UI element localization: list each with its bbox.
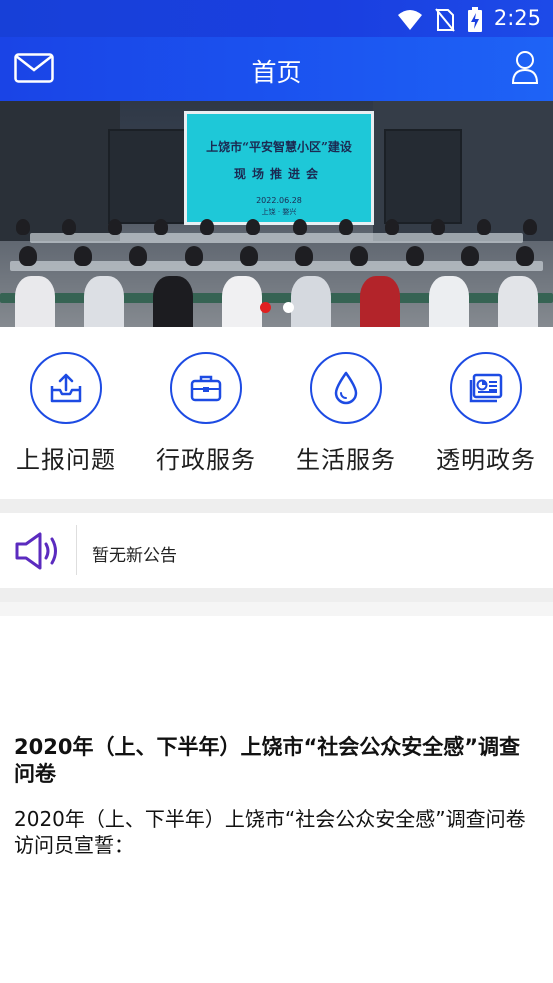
notice-divider [76, 525, 77, 575]
status-time: 2:25 [493, 6, 541, 30]
service-icon-circle [450, 352, 522, 424]
briefcase-icon [190, 375, 222, 402]
service-label: 透明政务 [436, 446, 536, 474]
banner-audience-row [0, 219, 553, 235]
service-icon-circle [310, 352, 382, 424]
banner-screen-place: 上饶 · 婺兴 [261, 208, 297, 216]
article-body-line: 访问员宣誓： [14, 833, 134, 857]
upload-tray-icon [50, 373, 82, 403]
banner-screen-date: 2022.06.28 [256, 196, 302, 205]
notice-bar[interactable]: 暂无新公告 [0, 513, 553, 588]
status-icons [397, 7, 483, 33]
service-icon-circle [30, 352, 102, 424]
carousel-dot-active[interactable] [259, 302, 271, 313]
service-transparent-affairs[interactable]: 透明政务 [416, 352, 553, 475]
service-label: 生活服务 [296, 446, 396, 474]
service-report-issue[interactable]: 上报问题 [0, 352, 136, 475]
wifi-icon [398, 10, 422, 30]
speaker-icon [15, 532, 57, 570]
section-divider [0, 499, 553, 513]
banner-screen-subtitle: 现场推进会 [233, 167, 324, 181]
carousel-indicators [0, 302, 553, 313]
service-label: 行政服务 [156, 446, 256, 474]
status-bar: 2:25 [0, 0, 553, 37]
document-chart-icon [469, 373, 503, 403]
banner-carousel[interactable]: 上饶市“平安智慧小区”建设 现场推进会 2022.06.28 上饶 · 婺兴 [0, 101, 553, 327]
service-label: 上报问题 [16, 446, 116, 474]
battery-charging-icon [468, 7, 482, 32]
banner-stage-screen: 上饶市“平安智慧小区”建设 现场推进会 2022.06.28 上饶 · 婺兴 [184, 111, 374, 225]
article-title: 2020年（上、下半年）上饶市“社会公众安全感”调查问卷 [14, 735, 521, 786]
water-drop-icon [334, 371, 358, 405]
article-body-line: 2020年（上、下半年）上饶市“社会公众安全感”调查问卷 [14, 807, 526, 831]
service-grid: 上报问题 行政服务 生活服务 透明政务 [0, 327, 553, 499]
page-title: 首页 [251, 58, 302, 87]
section-divider [0, 602, 553, 616]
section-divider [0, 588, 553, 602]
service-life[interactable]: 生活服务 [276, 352, 416, 475]
service-icon-circle [170, 352, 242, 424]
service-administrative[interactable]: 行政服务 [136, 352, 276, 475]
banner-side-screen [384, 129, 462, 224]
user-button[interactable] [511, 50, 539, 86]
carousel-dot[interactable] [282, 302, 294, 313]
banner-side-screen [108, 129, 186, 224]
no-sim-icon [435, 8, 455, 32]
banner-audience-row [0, 246, 553, 266]
notice-text: 暂无新公告 [92, 546, 177, 566]
article-body: 2020年（上、下半年）上饶市“社会公众安全感”调查问卷 访问员宣誓： [14, 806, 534, 858]
article-card[interactable]: 2020年（上、下半年）上饶市“社会公众安全感”调查问卷 2020年（上、下半年… [0, 616, 553, 983]
app-header: 首页 [0, 37, 553, 101]
banner-screen-title: 上饶市“平安智慧小区”建设 [206, 140, 352, 154]
user-icon [511, 51, 539, 84]
